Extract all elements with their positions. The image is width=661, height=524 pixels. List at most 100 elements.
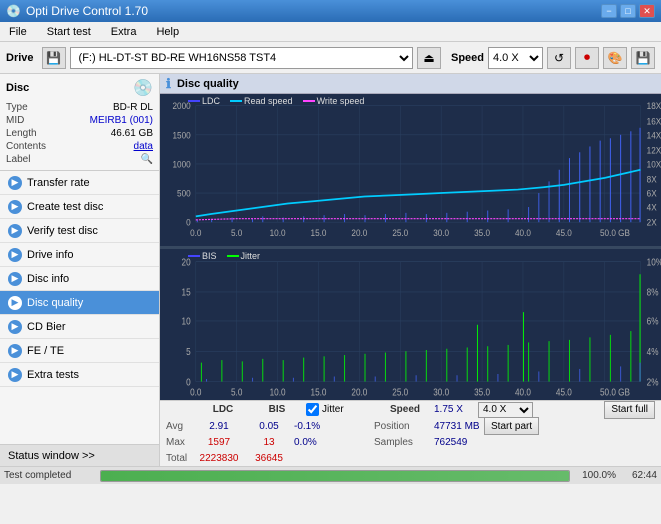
verify-test-disc-icon: ▶ (8, 224, 22, 238)
jitter-legend-color (227, 255, 239, 257)
samples-label: Samples (374, 437, 434, 448)
close-button[interactable]: ✕ (639, 4, 655, 18)
svg-text:8%: 8% (647, 286, 659, 297)
svg-text:20.0: 20.0 (351, 228, 367, 239)
jitter-checkbox[interactable] (306, 403, 319, 416)
main-layout: Disc 💿 Type BD-R DL MID MEIRB1 (001) Len… (0, 74, 661, 466)
menu-help[interactable]: Help (151, 25, 184, 39)
max-jitter: 0.0% (294, 437, 374, 448)
legend-write-speed: Write speed (303, 96, 365, 106)
sidebar-item-extra-tests[interactable]: ▶ Extra tests (0, 363, 159, 387)
read-speed-legend-color (230, 100, 242, 102)
svg-text:50.0 GB: 50.0 GB (600, 386, 630, 397)
svg-text:15: 15 (182, 286, 191, 297)
record-button[interactable]: ⏺ (575, 47, 599, 69)
minimize-button[interactable]: − (601, 4, 617, 18)
drive-select[interactable]: (F:) HL-DT-ST BD-RE WH16NS58 TST4 (70, 47, 413, 69)
progress-bar-bg (100, 470, 570, 482)
sidebar-item-transfer-rate[interactable]: ▶ Transfer rate (0, 171, 159, 195)
svg-text:50.0 GB: 50.0 GB (600, 228, 630, 239)
chart2-svg: 20 15 10 5 0 10% 8% 6% 4% 2% 0.0 5.0 10.… (160, 249, 661, 401)
start-buttons: Start full (604, 401, 655, 419)
write-speed-legend-color (303, 100, 315, 102)
ldc-chart: LDC Read speed Write speed (160, 94, 661, 246)
chart2-legend: BIS Jitter (188, 251, 260, 261)
svg-text:1000: 1000 (173, 159, 191, 170)
svg-text:8X: 8X (647, 174, 657, 185)
disc-info-label: Label 🔍 (6, 153, 153, 166)
legend-bis: BIS (188, 251, 217, 261)
sidebar-item-cd-bier[interactable]: ▶ CD Bier (0, 315, 159, 339)
svg-text:35.0: 35.0 (474, 386, 490, 397)
disc-quality-header-icon: ℹ (166, 76, 171, 92)
chart1-svg: 2000 1500 1000 500 0 18X 16X 14X 12X 10X… (160, 94, 661, 246)
svg-text:12X: 12X (647, 145, 661, 156)
speed-value: 1.75 X (434, 404, 474, 415)
avg-bis: 0.05 (244, 421, 294, 432)
drive-info-icon: ▶ (8, 248, 22, 262)
status-window-button[interactable]: Status window >> (0, 444, 159, 466)
progress-time: 62:44 (622, 470, 657, 481)
sidebar: Disc 💿 Type BD-R DL MID MEIRB1 (001) Len… (0, 74, 160, 466)
maximize-button[interactable]: □ (620, 4, 636, 18)
speed-select[interactable]: 4.0 X (488, 47, 543, 69)
svg-text:2X: 2X (647, 217, 657, 228)
legend-jitter: Jitter (227, 251, 261, 261)
total-bis: 36645 (244, 453, 294, 464)
ldc-legend-color (188, 100, 200, 102)
svg-text:4%: 4% (647, 346, 659, 357)
progress-bar-fill (101, 471, 569, 481)
titlebar: 💿 Opti Drive Control 1.70 − □ ✕ (0, 0, 661, 22)
max-bis: 13 (244, 437, 294, 448)
stats-avg-row: Avg 2.91 0.05 -0.1% Position 47731 MB St… (160, 418, 661, 434)
ldc-header: LDC (198, 404, 248, 415)
drive-icon-btn[interactable]: 💾 (42, 47, 66, 69)
speed-header: Speed (390, 404, 430, 415)
drive-label: Drive (6, 52, 34, 64)
charts-container: LDC Read speed Write speed (160, 94, 661, 400)
palette-button[interactable]: 🎨 (603, 47, 627, 69)
avg-jitter: -0.1% (294, 421, 374, 432)
svg-text:40.0: 40.0 (515, 386, 531, 397)
jitter-header: Jitter (306, 403, 386, 416)
svg-text:0: 0 (186, 217, 191, 228)
disc-info-mid: MID MEIRB1 (001) (6, 114, 153, 127)
sidebar-item-disc-info[interactable]: ▶ Disc info (0, 267, 159, 291)
bis-legend-color (188, 255, 200, 257)
start-full-button[interactable]: Start full (604, 401, 655, 419)
menu-file[interactable]: File (4, 25, 32, 39)
refresh-button[interactable]: ↺ (547, 47, 571, 69)
disc-panel-icon: 💿 (133, 78, 153, 98)
cd-bier-icon: ▶ (8, 320, 22, 334)
stats-header-row: LDC BIS Jitter Speed 1.75 X 4.0 X Start … (160, 400, 661, 418)
svg-text:10%: 10% (647, 256, 661, 267)
eject-button[interactable]: ⏏ (417, 47, 441, 69)
start-part-button[interactable]: Start part (484, 417, 539, 435)
chart1-legend: LDC Read speed Write speed (188, 96, 364, 106)
fe-te-icon: ▶ (8, 344, 22, 358)
sidebar-item-disc-quality[interactable]: ▶ Disc quality (0, 291, 159, 315)
status-text: Test completed (4, 470, 94, 481)
svg-text:6%: 6% (647, 315, 659, 326)
disc-info-icon: ▶ (8, 272, 22, 286)
save-button[interactable]: 💾 (631, 47, 655, 69)
speed-select[interactable]: 4.0 X (478, 402, 533, 418)
svg-text:25.0: 25.0 (392, 228, 408, 239)
max-label: Max (166, 437, 194, 448)
sidebar-item-verify-test-disc[interactable]: ▶ Verify test disc (0, 219, 159, 243)
disc-quality-header: ℹ Disc quality (160, 74, 661, 94)
menu-extra[interactable]: Extra (106, 25, 142, 39)
svg-text:20.0: 20.0 (351, 386, 367, 397)
svg-text:45.0: 45.0 (556, 228, 572, 239)
speed-label: Speed (451, 52, 484, 64)
transfer-rate-icon: ▶ (8, 176, 22, 190)
svg-text:40.0: 40.0 (515, 228, 531, 239)
svg-text:35.0: 35.0 (474, 228, 490, 239)
sidebar-item-fe-te[interactable]: ▶ FE / TE (0, 339, 159, 363)
svg-text:500: 500 (177, 188, 191, 199)
sidebar-item-drive-info[interactable]: ▶ Drive info (0, 243, 159, 267)
progress-bar-container: Test completed 100.0% 62:44 (0, 466, 661, 484)
sidebar-item-create-test-disc[interactable]: ▶ Create test disc (0, 195, 159, 219)
toolbar: Drive 💾 (F:) HL-DT-ST BD-RE WH16NS58 TST… (0, 42, 661, 74)
menu-start-test[interactable]: Start test (42, 25, 96, 39)
